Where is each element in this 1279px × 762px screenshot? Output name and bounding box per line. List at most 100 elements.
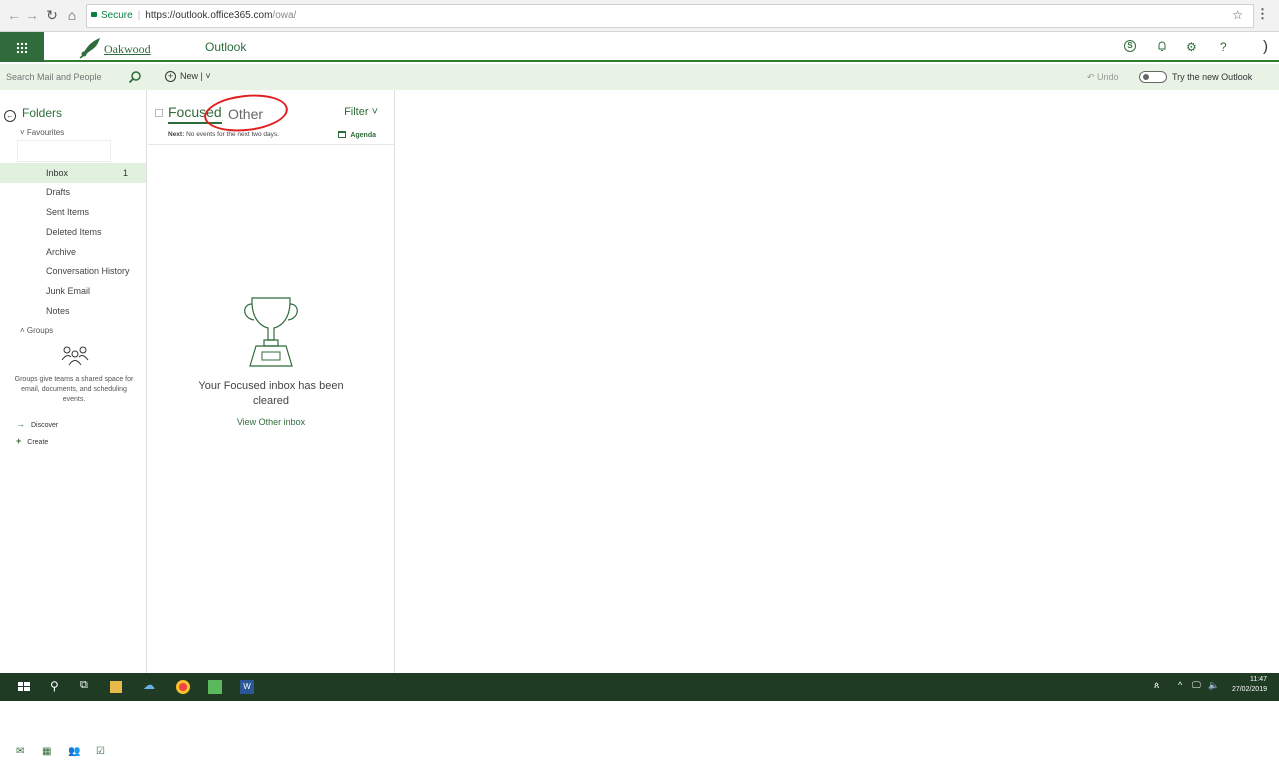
task-view-icon[interactable]: ⧉ <box>80 679 88 692</box>
profile-partial-icon[interactable]: ) <box>1263 38 1268 55</box>
home-icon[interactable]: ⌂ <box>64 7 80 23</box>
groups-label: Groups <box>26 326 54 335</box>
gear-icon[interactable]: ⚙ <box>1186 40 1197 54</box>
help-icon[interactable]: ? <box>1220 40 1227 54</box>
system-clock[interactable]: 11:47 27/02/2019 <box>1232 675 1267 695</box>
calendar-icon[interactable]: ▦ <box>42 746 51 757</box>
next-events-text: Next: No events for the next two days. <box>168 131 279 138</box>
windows-start-icon[interactable] <box>16 679 32 695</box>
chevron-up-icon[interactable]: ^ <box>1178 680 1182 690</box>
undo-button[interactable]: ↶ Undo <box>1087 72 1119 83</box>
folder-label: Inbox <box>46 168 69 178</box>
word-icon[interactable]: W <box>240 680 254 694</box>
folders-header[interactable]: ← Folders <box>4 106 63 122</box>
favourites-label: Favourites <box>26 128 65 137</box>
skype-icon[interactable]: S <box>1124 40 1136 52</box>
app-header: Oakwood Outlook S ⚙ ? ) <box>0 32 1279 62</box>
clock-time: 11:47 <box>1250 676 1267 683</box>
folder-conversation-history[interactable]: Conversation History <box>0 261 146 281</box>
toggle-knob <box>1143 74 1149 80</box>
bottom-edge <box>0 701 1279 707</box>
filter-button[interactable]: Filter ˅ <box>344 106 378 118</box>
collapse-arrow-icon: ← <box>4 110 16 122</box>
create-label: Create <box>27 439 49 446</box>
folder-notes[interactable]: Notes <box>0 301 146 321</box>
chevron-down-icon: ˅ <box>20 128 27 137</box>
folders-label: Folders <box>22 106 63 120</box>
plus-icon: + <box>16 436 22 446</box>
folder-drafts[interactable]: Drafts <box>0 182 146 202</box>
annotation-circle <box>202 90 290 136</box>
waffle-icon <box>16 42 28 54</box>
try-new-outlook-toggle[interactable] <box>1139 71 1167 83</box>
folder-label: Drafts <box>46 187 71 197</box>
agenda-button[interactable]: Agenda <box>338 130 376 139</box>
filter-label: Filter <box>344 106 369 118</box>
browser-toolbar: ← → ↻ ⌂ Secure | https://outlook.office365… <box>0 0 1279 32</box>
favourites-blank-area <box>17 140 111 162</box>
folder-archive[interactable]: Archive <box>0 242 146 262</box>
folder-label: Conversation History <box>46 266 130 276</box>
url-path: /owa/ <box>272 10 297 21</box>
folder-label: Notes <box>46 306 70 316</box>
oak-leaf-icon <box>79 38 100 59</box>
groups-description: Groups give teams a shared space for ema… <box>14 376 134 403</box>
url-host: https://outlook.office365.com <box>145 10 273 21</box>
search-input[interactable] <box>0 64 147 90</box>
file-explorer-icon[interactable] <box>110 681 122 693</box>
oakwood-logo[interactable]: Oakwood <box>76 34 160 60</box>
back-icon[interactable]: ← <box>6 7 22 23</box>
folder-inbox[interactable]: Inbox 1 <box>0 163 146 183</box>
app-launcher-button[interactable] <box>0 32 44 62</box>
chrome-icon[interactable] <box>176 680 190 694</box>
empty-state-message: Your Focused inbox has been cleared <box>198 380 344 407</box>
people-tray-icon[interactable]: ጰ <box>1154 680 1159 691</box>
folder-junk-email[interactable]: Junk Email <box>0 281 146 301</box>
folder-deleted-items[interactable]: Deleted Items <box>0 222 146 242</box>
tasks-icon[interactable]: ☑ <box>96 746 105 757</box>
secure-label: Secure <box>101 10 133 21</box>
chevron-down-icon: ˅ <box>368 106 378 118</box>
browser-menu-icon[interactable]: ⋮ <box>1256 6 1269 22</box>
volume-icon[interactable]: 🔈 <box>1208 680 1219 691</box>
groups-header[interactable]: ˄ Groups <box>20 326 53 335</box>
forward-icon[interactable]: → <box>24 7 40 23</box>
lock-icon <box>91 12 97 17</box>
command-bar: + New | ˅ ↶ Undo Try the new Outlook <box>0 64 1279 90</box>
app-title[interactable]: Outlook <box>205 40 246 54</box>
plus-circle-icon: + <box>165 71 176 82</box>
search-icon[interactable] <box>128 70 142 84</box>
discover-link[interactable]: → Discover <box>16 419 58 429</box>
windows-taskbar: ⚲ ⧉ ☁ W ጰ ^ 🖵 🔈 11:47 27/02/2019 <box>0 673 1279 701</box>
favourites-header[interactable]: ˅ Favourites <box>20 128 64 137</box>
bookmark-star-icon[interactable]: ☆ <box>1232 8 1243 22</box>
arrow-right-icon: → <box>16 419 25 429</box>
new-dropdown-icon[interactable]: | ˅ <box>198 71 211 81</box>
bell-icon[interactable] <box>1156 40 1168 55</box>
mail-icon[interactable]: ✉ <box>16 746 24 757</box>
new-label: New <box>180 71 199 81</box>
chevron-up-icon: ˄ <box>20 326 27 335</box>
new-button[interactable]: + New | ˅ <box>165 71 211 82</box>
folder-label: Sent Items <box>46 207 90 217</box>
clock-date: 27/02/2019 <box>1231 686 1267 693</box>
trophy-icon <box>244 297 298 367</box>
onedrive-icon[interactable]: ☁ <box>143 678 155 692</box>
module-switcher: ✉ ▦ 👥 ☑ <box>0 742 147 762</box>
select-all-checkbox[interactable] <box>155 109 163 117</box>
reading-pane <box>396 90 1279 673</box>
next-text: No events for the next two days. <box>186 131 279 138</box>
search-icon[interactable]: ⚲ <box>50 679 59 693</box>
undo-label: Undo <box>1097 72 1119 82</box>
app-icon[interactable] <box>208 680 222 694</box>
folder-label: Junk Email <box>46 286 91 296</box>
agenda-label: Agenda <box>350 132 376 139</box>
network-icon[interactable]: 🖵 <box>1192 680 1201 691</box>
view-other-inbox-link[interactable]: View Other inbox <box>188 417 354 427</box>
create-link[interactable]: + Create <box>16 436 48 446</box>
reload-icon[interactable]: ↻ <box>44 7 60 23</box>
folder-sent-items[interactable]: Sent Items <box>0 202 146 222</box>
people-icon[interactable]: 👥 <box>68 746 80 757</box>
address-bar[interactable]: Secure | https://outlook.office365.com/owa… <box>86 4 1254 28</box>
undo-icon: ↶ <box>1087 72 1098 82</box>
